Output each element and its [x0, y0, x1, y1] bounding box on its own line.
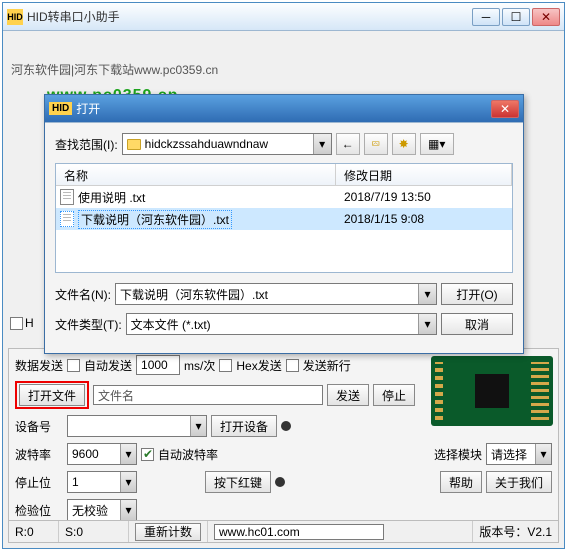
maximize-button[interactable]: ☐: [502, 8, 530, 26]
chevron-down-icon[interactable]: ▾: [418, 314, 436, 334]
chevron-down-icon[interactable]: ▾: [120, 444, 136, 464]
interval-input[interactable]: 1000: [136, 355, 180, 375]
pcb-image: [431, 356, 553, 426]
lookin-value: hidckzssahduawndnaw: [145, 137, 268, 151]
hex-send-label: Hex发送: [236, 357, 281, 374]
file-icon: [60, 189, 74, 205]
filetype-combo[interactable]: 文本文件 (*.txt) ▾: [126, 313, 437, 335]
new-folder-button[interactable]: ✸: [392, 133, 416, 155]
file-icon: [60, 211, 74, 227]
app-icon: HID: [7, 9, 23, 25]
main-title: HID转串口小助手: [27, 8, 472, 25]
lookin-label: 查找范围(I):: [55, 136, 118, 153]
filename-label: 文件名(N):: [55, 286, 111, 303]
send-button[interactable]: 发送: [327, 384, 369, 406]
chevron-down-icon[interactable]: ▾: [190, 416, 206, 436]
chevron-down-icon[interactable]: ▾: [313, 134, 331, 154]
chevron-down-icon[interactable]: ▾: [535, 444, 551, 464]
open-file-highlight: 打开文件: [15, 381, 89, 409]
file-list-header: 名称 修改日期: [56, 164, 512, 186]
module-select[interactable]: 请选择▾: [486, 443, 552, 465]
device-status-indicator: [281, 421, 291, 431]
h-checkbox[interactable]: [10, 317, 23, 330]
open-file-button[interactable]: 打开文件: [19, 384, 85, 406]
reset-count-button[interactable]: 重新计数: [135, 523, 201, 541]
status-version: 版本号：V2.1: [473, 521, 558, 542]
col-name-header[interactable]: 名称: [56, 164, 336, 185]
main-titlebar: HID HID转串口小助手 ─ ☐ ✕: [3, 3, 564, 31]
chevron-down-icon[interactable]: ▾: [120, 500, 136, 520]
device-select[interactable]: ▾: [67, 415, 207, 437]
file-name-input[interactable]: 文件名: [93, 385, 323, 405]
auto-baud-label: 自动波特率: [158, 446, 218, 463]
file-row-selected[interactable]: 下载说明（河东软件园）.txt 2018/1/15 9:08: [56, 208, 512, 230]
redkey-indicator: [275, 477, 285, 487]
chevron-down-icon[interactable]: ▾: [418, 284, 436, 304]
file-row[interactable]: 使用说明 .txt 2018/7/19 13:50: [56, 186, 512, 208]
device-label: 设备号: [15, 418, 63, 435]
up-folder-button[interactable]: ⮹: [364, 133, 388, 155]
dialog-close-button[interactable]: ✕: [491, 100, 519, 118]
about-button[interactable]: 关于我们: [486, 471, 552, 493]
watermark-text: 河东软件园|河东下载站www.pc0359.cn: [11, 61, 218, 78]
close-button[interactable]: ✕: [532, 8, 560, 26]
h-label: H: [25, 316, 34, 330]
minimize-button[interactable]: ─: [472, 8, 500, 26]
filename-input[interactable]: 下载说明（河东软件园）.txt ▾: [115, 283, 437, 305]
window-controls: ─ ☐ ✕: [472, 8, 560, 26]
newline-label: 发送新行: [303, 357, 351, 374]
newline-checkbox[interactable]: [286, 359, 299, 372]
dialog-title: 打开: [76, 100, 491, 117]
cancel-button[interactable]: 取消: [441, 313, 513, 335]
status-bar: R:0 S:0 重新计数 www.hc01.com 版本号：V2.1: [9, 520, 558, 542]
h-checkbox-row: H: [10, 316, 34, 330]
stop-button[interactable]: 停止: [373, 384, 415, 406]
back-button[interactable]: ←: [336, 133, 360, 155]
filetype-label: 文件类型(T):: [55, 316, 122, 333]
auto-send-checkbox[interactable]: [67, 359, 80, 372]
help-button[interactable]: 帮助: [440, 471, 482, 493]
red-key-button[interactable]: 按下红键: [205, 471, 271, 493]
hex-send-checkbox[interactable]: [219, 359, 232, 372]
status-r: R:0: [9, 521, 59, 542]
stopbit-select[interactable]: 1▾: [67, 471, 137, 493]
folder-icon: [127, 139, 141, 150]
chevron-down-icon[interactable]: ▾: [120, 472, 136, 492]
reset-count-cell: 重新计数: [129, 521, 208, 542]
stopbit-label: 停止位: [15, 474, 63, 491]
status-s: S:0: [59, 521, 129, 542]
view-menu-button[interactable]: ▦▾: [420, 133, 454, 155]
dialog-titlebar[interactable]: HID 打开 ✕: [45, 95, 523, 123]
interval-unit: ms/次: [184, 357, 215, 374]
open-button[interactable]: 打开(O): [441, 283, 513, 305]
baud-select[interactable]: 9600▾: [67, 443, 137, 465]
check-select[interactable]: 无校验▾: [67, 499, 137, 521]
auto-baud-checkbox[interactable]: ✔: [141, 448, 154, 461]
open-device-button[interactable]: 打开设备: [211, 415, 277, 437]
lookin-combo[interactable]: hidckzssahduawndnaw ▾: [122, 133, 332, 155]
open-file-dialog: HID 打开 ✕ 查找范围(I): hidckzssahduawndnaw ▾ …: [44, 94, 524, 354]
baud-label: 波特率: [15, 446, 63, 463]
select-module-label: 选择模块: [434, 446, 482, 463]
dialog-icon: HID: [49, 102, 72, 115]
col-date-header[interactable]: 修改日期: [336, 164, 512, 185]
send-data-label: 数据发送: [15, 357, 63, 374]
file-list: 名称 修改日期 使用说明 .txt 2018/7/19 13:50 下载说明（河…: [55, 163, 513, 273]
status-url: www.hc01.com: [208, 521, 473, 542]
check-label: 检验位: [15, 502, 63, 519]
auto-send-label: 自动发送: [84, 357, 132, 374]
